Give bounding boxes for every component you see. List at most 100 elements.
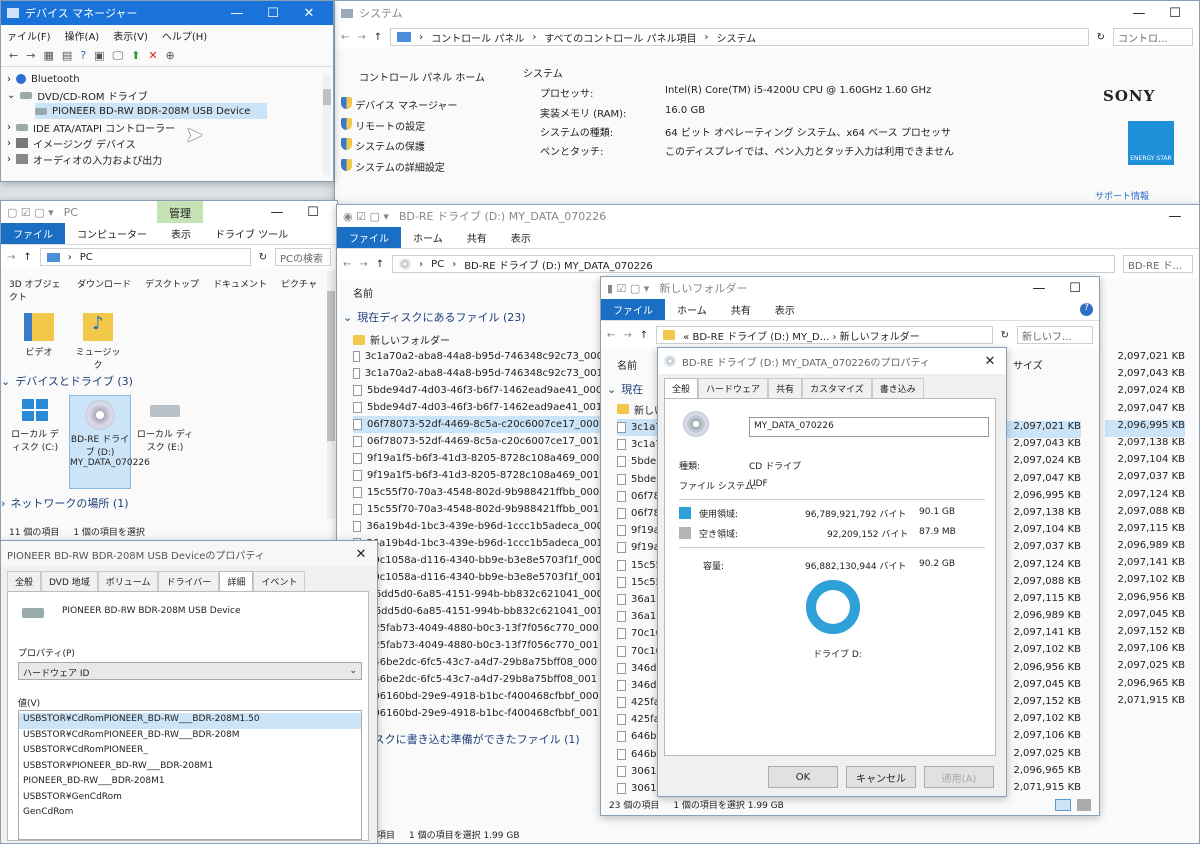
forward-arrow-icon[interactable]: → xyxy=(623,330,631,341)
tree-item-audio[interactable]: › オーディオの入力および出力 xyxy=(7,151,327,167)
column-header-name[interactable]: 名前 xyxy=(617,357,637,372)
drive-e[interactable]: ローカル ディスク (E:) xyxy=(135,399,195,453)
breadcrumb[interactable]: › PC › BD-RE ドライブ (D:) MY_DATA_070226 xyxy=(392,255,1115,273)
maximize-button[interactable]: ☐ xyxy=(255,6,291,21)
property-select[interactable]: ハードウェア ID ⌄ xyxy=(18,662,362,680)
up-arrow-icon[interactable]: ↑ xyxy=(376,259,384,270)
properties-icon[interactable]: ▦ xyxy=(43,49,53,62)
minimize-button[interactable]: — xyxy=(1157,209,1193,224)
value-item[interactable]: USBSTOR¥CdRomPIONEER_BD-RW___BDR-208M1.5… xyxy=(19,713,361,729)
forward-arrow-icon[interactable]: → xyxy=(359,259,367,270)
network-header[interactable]: › ネットワークの場所 (1) xyxy=(1,495,128,511)
large-icons-view-icon[interactable] xyxy=(1077,799,1091,811)
drive-d[interactable]: BD-RE ドライブ (D:) MY_DATA_070226 xyxy=(69,395,150,489)
tab-customize[interactable]: カスタマイズ xyxy=(802,378,872,398)
value-item[interactable]: USBSTOR¥CdRomPIONEER_BD-RW___BDR-208M xyxy=(19,729,361,745)
back-arrow-icon[interactable]: → xyxy=(7,252,15,263)
volume-label-input[interactable]: MY_DATA_070226 xyxy=(749,417,989,437)
folder-downloads[interactable]: ダウンロード xyxy=(77,277,131,303)
folder-videos[interactable]: ビデオ xyxy=(19,313,59,358)
address-input[interactable]: › PC xyxy=(39,248,251,266)
file-item[interactable]: 306160bd-29e9-4918-b1bc-f400468cfbbf_001 xyxy=(353,705,603,722)
apply-button[interactable]: 適用(A) xyxy=(924,766,994,788)
menu-file[interactable]: ァイル(F) xyxy=(7,28,51,43)
file-item[interactable]: 70c1058a-d116-4340-bb9e-b3e8e5703f1f_001 xyxy=(353,569,603,586)
maximize-button[interactable]: ☐ xyxy=(1157,6,1193,21)
ribbon-tab-share[interactable]: 共有 xyxy=(455,227,499,248)
tab-hardware[interactable]: ハードウェア xyxy=(698,378,769,398)
column-header-size[interactable]: サイズ xyxy=(1013,357,1043,372)
file-item[interactable]: 425fab73-4049-4880-b0c3-13f7f056c770_001 xyxy=(353,637,603,654)
minimize-button[interactable]: — xyxy=(259,205,295,220)
back-icon[interactable]: ← xyxy=(9,49,18,62)
minimize-button[interactable]: — xyxy=(1121,6,1157,21)
menu-action[interactable]: 操作(A) xyxy=(65,28,100,43)
tree-item-pioneer[interactable]: PIONEER BD-RW BDR-208M USB Device xyxy=(35,103,267,119)
file-item[interactable]: 9f19a1f5-b6f3-41d3-8205-8728c108a469_000 xyxy=(353,450,603,467)
value-item[interactable]: USBSTOR¥GenCdRom xyxy=(19,791,361,807)
file-item[interactable]: 5bde94d7-4d03-46f3-b6f7-1462ead9ae41_001 xyxy=(353,399,603,416)
menu-help[interactable]: ヘルプ(H) xyxy=(162,28,207,43)
cancel-button[interactable]: キャンセル xyxy=(846,766,916,788)
file-item[interactable]: 3c1a70a2-aba8-44a8-b95d-746348c92c73_000 xyxy=(353,348,603,365)
breadcrumb-item[interactable]: PC xyxy=(431,259,444,270)
tab-sharing[interactable]: 共有 xyxy=(768,378,803,398)
value-list[interactable]: USBSTOR¥CdRomPIONEER_BD-RW___BDR-208M1.5… xyxy=(18,710,362,840)
file-item[interactable]: 06f78073-52df-4469-8c5a-c20c6007ce17_000 xyxy=(353,416,603,433)
folder-desktop[interactable]: デスクトップ xyxy=(145,277,199,303)
up-arrow-icon[interactable]: ↑ xyxy=(374,32,382,43)
ribbon-tab-view[interactable]: 表示 xyxy=(499,227,543,248)
file-item[interactable]: 425fab73-4049-4880-b0c3-13f7f056c770_000 xyxy=(353,620,603,637)
folder-documents[interactable]: ドキュメント xyxy=(213,277,267,303)
menu-view[interactable]: 表示(V) xyxy=(113,28,148,43)
help-icon[interactable]: ? xyxy=(80,49,86,62)
value-item[interactable]: USBSTOR¥CdRomPIONEER_ xyxy=(19,744,361,760)
tree-item-dvd[interactable]: ⌄ DVD/CD-ROM ドライブ xyxy=(7,87,327,103)
ok-button[interactable]: OK xyxy=(768,766,838,788)
tab-events[interactable]: イベント xyxy=(253,571,306,591)
column-header-name[interactable]: 名前 xyxy=(353,285,373,300)
search-input[interactable]: コントロ... xyxy=(1113,28,1193,46)
group-pending-header[interactable]: ›ディスクに書き込む準備ができたファイル (1) xyxy=(343,731,580,747)
ribbon-tab-share[interactable]: 共有 xyxy=(719,299,763,320)
scrollbar[interactable] xyxy=(323,75,331,175)
tab-general[interactable]: 全般 xyxy=(7,571,42,591)
side-link-remote[interactable]: リモートの設定 xyxy=(341,118,425,133)
ribbon-tab-file[interactable]: ファイル xyxy=(1,223,65,244)
control-panel-home-link[interactable]: コントロール パネル ホーム xyxy=(359,69,485,84)
close-button[interactable]: ✕ xyxy=(351,547,371,562)
tab-driver[interactable]: ドライバー xyxy=(158,571,220,591)
ribbon-tab-file[interactable]: ファイル xyxy=(601,299,665,320)
breadcrumb-item[interactable]: BD-RE ドライブ (D:) MY_DATA_070226 xyxy=(464,257,653,272)
value-item[interactable]: PIONEER_BD-RW___BDR-208M1 xyxy=(19,775,361,791)
refresh-icon[interactable]: ↻ xyxy=(259,252,267,263)
forward-arrow-icon[interactable]: → xyxy=(357,32,365,43)
file-item[interactable]: 70c1058a-d116-4340-bb9e-b3e8e5703f1f_000 xyxy=(353,552,603,569)
ribbon-tab-view[interactable]: 表示 xyxy=(763,299,807,320)
tree-item-ide[interactable]: › IDE ATA/ATAPI コントローラー xyxy=(7,119,327,135)
tab-recording[interactable]: 書き込み xyxy=(871,378,924,398)
file-item[interactable]: 346dd5d0-6a85-4151-994b-bb832c621041_000 xyxy=(353,586,603,603)
folder-3d[interactable]: 3D オブジェクト xyxy=(9,277,63,303)
maximize-button[interactable]: ☐ xyxy=(295,205,331,220)
uninstall-icon[interactable]: ✕ xyxy=(148,49,157,62)
file-item[interactable]: 646be2dc-6fc5-43c7-a4d7-29b8a75bff08_001 xyxy=(353,671,603,688)
ribbon-tab-home[interactable]: ホーム xyxy=(401,227,455,248)
side-link-device-manager[interactable]: デバイス マネージャー xyxy=(341,97,457,112)
up-arrow-icon[interactable]: ↑ xyxy=(640,330,648,341)
maximize-button[interactable]: ☐ xyxy=(1057,281,1093,296)
breadcrumb-item[interactable]: コントロール パネル xyxy=(431,30,524,45)
breadcrumb[interactable]: › コントロール パネル › すべてのコントロール パネル項目 › システム xyxy=(390,28,1089,46)
list-icon[interactable]: ▤ xyxy=(62,49,72,62)
value-item[interactable]: USBSTOR¥PIONEER_BD-RW___BDR-208M1 xyxy=(19,760,361,776)
file-item[interactable]: 646be2dc-6fc5-43c7-a4d7-29b8a75bff08_000 xyxy=(353,654,603,671)
search-input[interactable]: 新しいフ... xyxy=(1017,326,1093,344)
address-input[interactable]: « BD-RE ドライブ (D:) MY_D... › 新しいフォルダー xyxy=(656,326,993,344)
forward-icon[interactable]: → xyxy=(26,49,35,62)
ribbon-tab-computer[interactable]: コンピューター xyxy=(65,223,159,244)
file-item[interactable]: 15c55f70-70a3-4548-802d-9b988421ffbb_001 xyxy=(353,501,603,518)
file-item[interactable]: 3c1a70a2-aba8-44a8-b95d-746348c92c73_001 xyxy=(353,365,603,382)
devices-header[interactable]: ⌄ デバイスとドライブ (3) xyxy=(1,373,133,389)
tab-dvd-region[interactable]: DVD 地域 xyxy=(41,571,98,591)
search-input[interactable]: PCの検索 xyxy=(275,248,331,266)
